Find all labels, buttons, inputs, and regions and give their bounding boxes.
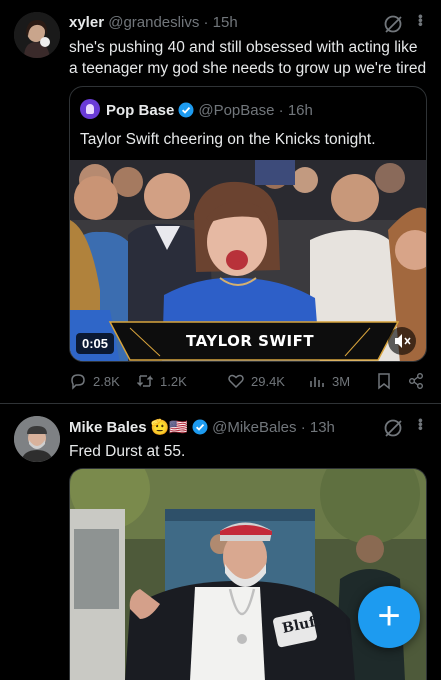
repost-count: 1.2K	[160, 373, 187, 389]
image-frame	[70, 469, 426, 680]
separator-dot: ·	[300, 419, 306, 436]
author-handle[interactable]: @grandeslivs	[108, 14, 199, 31]
author-handle[interactable]: @MikeBales	[212, 419, 296, 436]
tweet-text-line-2: a teenager my god she needs to grow up w…	[69, 60, 427, 77]
separator-dot: ·	[278, 102, 284, 119]
share-icon[interactable]	[407, 372, 425, 390]
quote-author-name[interactable]: Pop Base	[106, 102, 174, 119]
tweet-actions: 2.8K 1.2K 29.4K 3M	[69, 372, 429, 392]
tweet-image[interactable]: Bluff	[69, 468, 427, 680]
timestamp[interactable]: 13h	[310, 419, 335, 436]
grok-icon[interactable]	[383, 14, 403, 34]
quote-avatar[interactable]	[80, 99, 100, 119]
quoted-tweet[interactable]: Pop Base @PopBase · 16h Taylor Swift chee…	[69, 86, 427, 362]
reply-button[interactable]: 2.8K	[69, 372, 120, 390]
repost-icon	[136, 375, 154, 387]
compose-button[interactable]: +	[358, 586, 420, 648]
tweet-text: she's pushing 40 and still obsessed with…	[69, 37, 426, 79]
reply-count: 2.8K	[93, 373, 120, 389]
video-player[interactable]: 0:05 TAYLOR SWIFT	[70, 160, 426, 361]
author-name[interactable]: Mike Bales	[69, 419, 147, 436]
more-options-icon[interactable]: •••	[413, 14, 429, 26]
tweet-header: xyler @grandeslivs · 15h	[69, 13, 238, 33]
view-count: 3M	[332, 373, 351, 389]
repost-button[interactable]: 1.2K	[136, 372, 187, 390]
tweet-1[interactable]: xyler @grandeslivs · 15h ••• she's pushi…	[0, 0, 441, 403]
views-button[interactable]: 3M	[308, 372, 350, 390]
emoji-flag: 🇺🇸	[169, 418, 189, 436]
plus-icon: +	[377, 593, 401, 638]
avatar[interactable]	[14, 12, 60, 58]
timestamp[interactable]: 15h	[213, 14, 238, 31]
separator-dot: ·	[203, 14, 209, 31]
tweet-text: Fred Durst at 55.	[69, 443, 186, 460]
quote-timestamp[interactable]: 16h	[288, 102, 313, 119]
bookmark-icon[interactable]	[375, 372, 393, 390]
like-button[interactable]: 29.4K	[227, 372, 285, 390]
more-options-icon[interactable]: •••	[413, 418, 429, 430]
quote-text: Taylor Swift cheering on the Knicks toni…	[80, 131, 376, 148]
heart-icon	[228, 374, 244, 389]
tweet-text-line-1: she's pushing 40 and still obsessed with…	[69, 39, 418, 56]
grok-icon[interactable]	[383, 418, 403, 438]
quote-author-handle[interactable]: @PopBase	[198, 102, 274, 119]
author-name[interactable]: xyler	[69, 14, 104, 31]
verified-badge-icon	[192, 419, 208, 435]
mute-icon[interactable]	[388, 327, 416, 355]
views-icon	[310, 377, 324, 387]
video-banner-text: TAYLOR SWIFT	[186, 332, 315, 350]
like-count: 29.4K	[251, 373, 285, 389]
quote-header: Pop Base @PopBase · 16h	[80, 99, 313, 121]
emoji-salute: 🫡	[150, 418, 170, 436]
avatar[interactable]	[14, 416, 60, 462]
video-duration: 0:05	[76, 333, 115, 354]
reply-icon	[71, 374, 85, 390]
tweet-header: Mike Bales 🫡🇺🇸 @MikeBales · 13h	[69, 417, 335, 438]
verified-badge-icon	[178, 102, 194, 118]
